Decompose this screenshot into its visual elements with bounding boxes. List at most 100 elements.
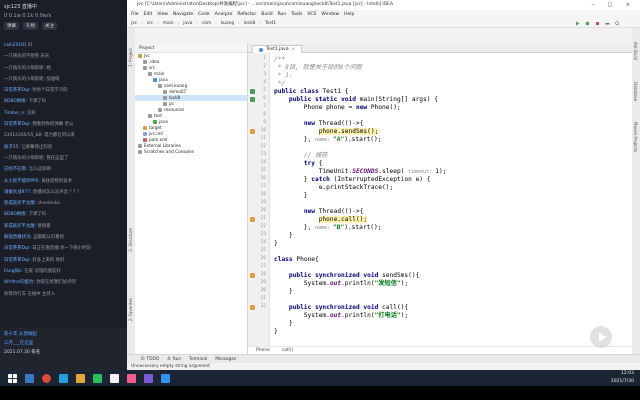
- menu-item-window[interactable]: Window: [321, 10, 339, 19]
- search-icon[interactable]: [615, 21, 620, 26]
- chat-username[interactable]: Fang骑x:: [4, 269, 23, 274]
- breadcrumb-item[interactable]: Test1: [265, 19, 276, 28]
- chat-username[interactable]: 新成就买不太醒:: [4, 201, 36, 206]
- right-tool-strip: Ant Build Database Maven Projects: [632, 28, 640, 354]
- run-tool-tab[interactable]: 4: Run: [167, 355, 181, 363]
- chat-username[interactable]: BOBO网络:: [4, 99, 27, 104]
- menu-item-help[interactable]: Help: [344, 10, 354, 19]
- windows-start-icon[interactable]: [8, 373, 17, 383]
- project-tree-item[interactable]: Scratches and Consoles: [135, 149, 247, 155]
- code-line: }: [274, 232, 293, 239]
- gutter-run-marker-icon[interactable]: [250, 97, 255, 102]
- chat-username[interactable]: 从小就不能听PPS:: [4, 179, 40, 184]
- project-tool-tab[interactable]: 1: Project: [128, 48, 133, 67]
- structure-tool-tab[interactable]: 2: Structure: [128, 228, 133, 252]
- chat-username[interactable]: 请做大战977:: [4, 190, 31, 195]
- breadcrumb-item[interactable]: java: [183, 19, 192, 28]
- chat-username[interactable]: BOBO网络:: [4, 212, 27, 217]
- intellij-icon[interactable]: [127, 373, 136, 383]
- gutter-run-marker-icon[interactable]: [250, 129, 255, 134]
- menu-item-tools[interactable]: Tools: [291, 10, 302, 19]
- maven-projects-tab[interactable]: Maven Projects: [633, 122, 638, 152]
- file-explorer-icon[interactable]: [25, 373, 34, 383]
- project-panel-header[interactable]: Project: [135, 44, 247, 53]
- chat-message: 23414266/55_b8: 电力都在何以来: [0, 130, 127, 141]
- window-controls[interactable]: – □ ×: [591, 0, 636, 10]
- chat-username[interactable]: cwh20181: [4, 43, 27, 48]
- browser-icon[interactable]: [42, 373, 51, 383]
- tab-test1-java[interactable]: Test1.java ×: [252, 45, 303, 53]
- obs-icon[interactable]: [144, 373, 153, 383]
- todo-tool-tab[interactable]: 6: TODO: [141, 355, 159, 363]
- chat-username[interactable]: 新成就买不太醒:: [4, 224, 36, 229]
- chat-username[interactable]: 疯子25:: [4, 145, 20, 150]
- folder-icon: [143, 138, 147, 142]
- debug-icon[interactable]: [585, 21, 590, 26]
- chat-username[interactable]: Timber_x:: [4, 111, 26, 116]
- build-icon[interactable]: [605, 21, 610, 26]
- code-line: }: [274, 328, 278, 335]
- chat-username[interactable]: 日常茶茶Dqr:: [4, 88, 31, 93]
- chat-text: 一只快乐的小萌新呢: 她: [4, 65, 51, 71]
- chat-username[interactable]: 日常茶茶Dqr:: [4, 258, 31, 263]
- code-line: }, name: "B").start();: [274, 224, 382, 231]
- breadcrumb-item[interactable]: kuang: [221, 19, 234, 28]
- chat-message: 一只快乐的小萌新呢: 她: [0, 63, 127, 74]
- menu-item-run[interactable]: Run: [278, 10, 287, 19]
- database-tab[interactable]: Database: [633, 82, 638, 101]
- ant-build-tab[interactable]: Ant Build: [633, 42, 638, 60]
- terminal-tool-tab[interactable]: Terminal: [189, 355, 207, 363]
- breadcrumb-separator-icon: ›: [259, 20, 261, 26]
- chat-message: 日常茶茶Dqr: 我看到你的弹幕 老公: [0, 119, 127, 130]
- favorites-tool-tab[interactable]: 2: Favorites: [128, 298, 133, 321]
- gift-button[interactable]: 礼物: [23, 22, 38, 30]
- breadcrumb-item[interactable]: com: [202, 19, 211, 28]
- gutter-run-marker-icon[interactable]: [250, 89, 255, 94]
- chat-message: Fang骑x: 在家 没钱的朋友好: [0, 266, 127, 277]
- code-line: }: [274, 192, 308, 199]
- breadcrumb-item[interactable]: src: [147, 19, 153, 28]
- system-tray[interactable]: 12:03 2021/7/30: [611, 370, 634, 386]
- breadcrumb-item[interactable]: main: [163, 19, 174, 28]
- wechat-icon[interactable]: [93, 373, 102, 383]
- project-tree: jvc .idea src main java com.kuang demo07 lock8 p…: [135, 53, 247, 155]
- folder-icon: [138, 150, 142, 154]
- live-chat-panel: sjc123 直播中 0 0.1w 0.1k 0.0w/s 弹幕 礼物 关注 c…: [0, 0, 127, 370]
- edge-icon[interactable]: [59, 373, 68, 383]
- messages-tool-tab[interactable]: Messages: [215, 355, 236, 363]
- folder-icon[interactable]: [76, 373, 85, 383]
- chat-message: BOBO网络: 下课了吗: [0, 96, 127, 107]
- danmaku-button[interactable]: 弹幕: [4, 22, 19, 30]
- gutter-run-marker-icon[interactable]: [250, 217, 255, 222]
- breadcrumb-class[interactable]: Phone: [256, 347, 270, 354]
- breadcrumb-item[interactable]: jvc: [131, 19, 137, 28]
- breadcrumb-method[interactable]: call(): [282, 347, 293, 354]
- notepad-icon[interactable]: [110, 373, 119, 383]
- run-icon[interactable]: [575, 21, 580, 26]
- code-line: try {: [303, 160, 323, 167]
- folder-icon: [163, 102, 167, 106]
- chat-username[interactable]: Wh尔cs的配为:: [4, 280, 35, 285]
- chat-username[interactable]: 日常茶茶Dqr:: [4, 246, 31, 251]
- menu-item-vcs[interactable]: VCS: [307, 10, 316, 19]
- chat-message: 从小就不能听PPS: 再往前移的技术: [0, 176, 127, 187]
- gutter-run-marker-icon[interactable]: [250, 273, 255, 278]
- breadcrumb-separator-icon: ›: [238, 20, 240, 26]
- chat-text: 秒杀个日常学习的: [32, 88, 68, 94]
- code-editor[interactable]: 1 2 3 4 5 6 7 8 9 10 11 12 13 14 15 16 17 18 19 20 21 22 23 24 2…: [248, 53, 632, 346]
- chat-username[interactable]: 解锁直播状况:: [4, 235, 32, 240]
- chat-username[interactable]: 已经不在哦:: [4, 167, 27, 172]
- stop-icon[interactable]: [595, 21, 600, 26]
- video-play-button[interactable]: [590, 326, 612, 348]
- chat-text: 下课了吗: [28, 212, 47, 218]
- window-title: jvc [C:\Users\Administrator\Desktop\并发编程…: [137, 2, 394, 7]
- follow-button[interactable]: 关注: [42, 22, 57, 30]
- breadcrumb-item[interactable]: lock8: [244, 19, 255, 28]
- gutter-run-marker-icon[interactable]: [250, 305, 255, 310]
- bottom-tool-bar: 6: TODO 4: Run Terminal Messages: [127, 354, 640, 363]
- chat-username[interactable]: 日常茶茶Dqr:: [4, 122, 31, 127]
- qq-icon[interactable]: [161, 373, 170, 383]
- chat-text: 继续看: [37, 223, 51, 229]
- chat-text: 一只快乐的不想卷 乐乐: [4, 54, 50, 60]
- line-number: 32: [260, 304, 266, 309]
